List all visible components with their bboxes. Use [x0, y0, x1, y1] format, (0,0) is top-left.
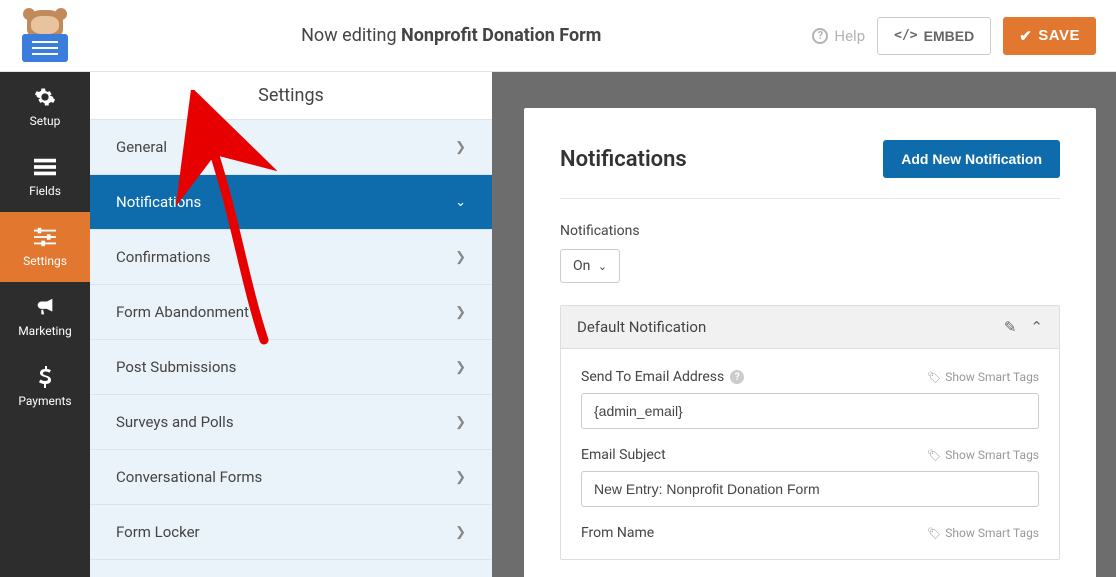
toggle-value: On — [573, 258, 590, 274]
help-label: Help — [834, 27, 865, 45]
tag-icon: 🏷 — [927, 449, 941, 462]
save-label: SAVE — [1038, 27, 1080, 44]
edit-icon[interactable]: ✎ — [1004, 318, 1017, 336]
settings-sidebar: Settings General ❯ Notifications ⌄ Confi… — [90, 72, 492, 577]
left-nav: Setup Fields Settings Marketing Payments — [0, 72, 90, 577]
nav-fields[interactable]: Fields — [0, 142, 90, 212]
nav-settings[interactable]: Settings — [0, 212, 90, 282]
card-title: Notifications — [560, 147, 687, 172]
code-icon: </> — [894, 28, 917, 43]
main-card: Notifications Add New Notification Notif… — [524, 108, 1096, 577]
tag-icon: 🏷 — [927, 371, 941, 384]
nav-label: Marketing — [18, 324, 72, 338]
settings-item-label: General — [116, 138, 167, 156]
chevron-down-icon: ⌄ — [598, 260, 607, 273]
subject-label: Email Subject — [581, 447, 666, 463]
nav-setup[interactable]: Setup — [0, 72, 90, 142]
chevron-right-icon: ❯ — [455, 415, 466, 430]
settings-item-label: Notifications — [116, 193, 201, 211]
dollar-icon — [34, 366, 56, 388]
settings-item-form-locker[interactable]: Form Locker ❯ — [90, 505, 492, 560]
add-notification-button[interactable]: Add New Notification — [883, 140, 1060, 178]
embed-button[interactable]: </> EMBED — [877, 17, 991, 55]
help-tooltip-icon[interactable]: ? — [730, 370, 744, 384]
settings-item-label: Surveys and Polls — [116, 413, 234, 431]
settings-item-label: Form Locker — [116, 523, 200, 541]
bullhorn-icon — [34, 296, 56, 318]
chevron-down-icon: ⌄ — [455, 195, 466, 210]
settings-item-general[interactable]: General ❯ — [90, 120, 492, 175]
smart-tags-toggle[interactable]: 🏷 Show Smart Tags — [927, 448, 1039, 462]
chevron-right-icon: ❯ — [455, 470, 466, 485]
nav-label: Payments — [18, 394, 71, 408]
help-icon: ? — [812, 28, 828, 44]
subject-input[interactable] — [581, 471, 1039, 507]
form-name: Nonprofit Donation Form — [401, 25, 601, 46]
save-button[interactable]: ✔ SAVE — [1003, 17, 1096, 55]
check-icon: ✔ — [1019, 27, 1032, 45]
settings-item-notifications[interactable]: Notifications ⌄ — [90, 175, 492, 230]
smart-tags-toggle[interactable]: 🏷 Show Smart Tags — [927, 526, 1039, 540]
panel-title: Default Notification — [577, 318, 706, 336]
settings-item-post-submissions[interactable]: Post Submissions ❯ — [90, 340, 492, 395]
embed-label: EMBED — [924, 28, 975, 44]
settings-item-form-abandonment[interactable]: Form Abandonment ❯ — [90, 285, 492, 340]
list-icon — [34, 156, 56, 178]
wpforms-logo — [0, 10, 90, 62]
page-title: Now editing Nonprofit Donation Form — [90, 25, 812, 46]
tag-icon: 🏷 — [927, 527, 941, 540]
settings-item-surveys-polls[interactable]: Surveys and Polls ❯ — [90, 395, 492, 450]
chevron-right-icon: ❯ — [455, 525, 466, 540]
nav-payments[interactable]: Payments — [0, 352, 90, 422]
notifications-toggle-label: Notifications — [560, 223, 1060, 239]
nav-label: Fields — [29, 184, 61, 198]
settings-item-label: Post Submissions — [116, 358, 236, 376]
notifications-toggle[interactable]: On ⌄ — [560, 249, 620, 283]
settings-item-label: Conversational Forms — [116, 468, 262, 486]
settings-header: Settings — [90, 72, 492, 120]
smart-tags-toggle[interactable]: 🏷 Show Smart Tags — [927, 370, 1039, 384]
nav-label: Setup — [30, 114, 61, 128]
collapse-icon[interactable]: ⌃ — [1030, 318, 1043, 336]
settings-item-confirmations[interactable]: Confirmations ❯ — [90, 230, 492, 285]
from-name-label: From Name — [581, 525, 654, 541]
settings-item-label: Confirmations — [116, 248, 210, 266]
chevron-right-icon: ❯ — [455, 305, 466, 320]
chevron-right-icon: ❯ — [455, 250, 466, 265]
help-link[interactable]: ? Help — [812, 27, 865, 45]
nav-label: Settings — [23, 254, 67, 268]
send-to-input[interactable] — [581, 393, 1039, 429]
sliders-icon — [34, 226, 56, 248]
chevron-right-icon: ❯ — [455, 360, 466, 375]
editing-prefix: Now editing — [301, 25, 401, 46]
nav-marketing[interactable]: Marketing — [0, 282, 90, 352]
settings-item-conversational-forms[interactable]: Conversational Forms ❯ — [90, 450, 492, 505]
settings-item-label: Form Abandonment — [116, 303, 249, 321]
gear-icon — [34, 86, 56, 108]
chevron-right-icon: ❯ — [455, 140, 466, 155]
notification-panel: Default Notification ✎ ⌃ Send To Email A… — [560, 305, 1060, 560]
send-to-label: Send To Email Address ? — [581, 369, 744, 385]
